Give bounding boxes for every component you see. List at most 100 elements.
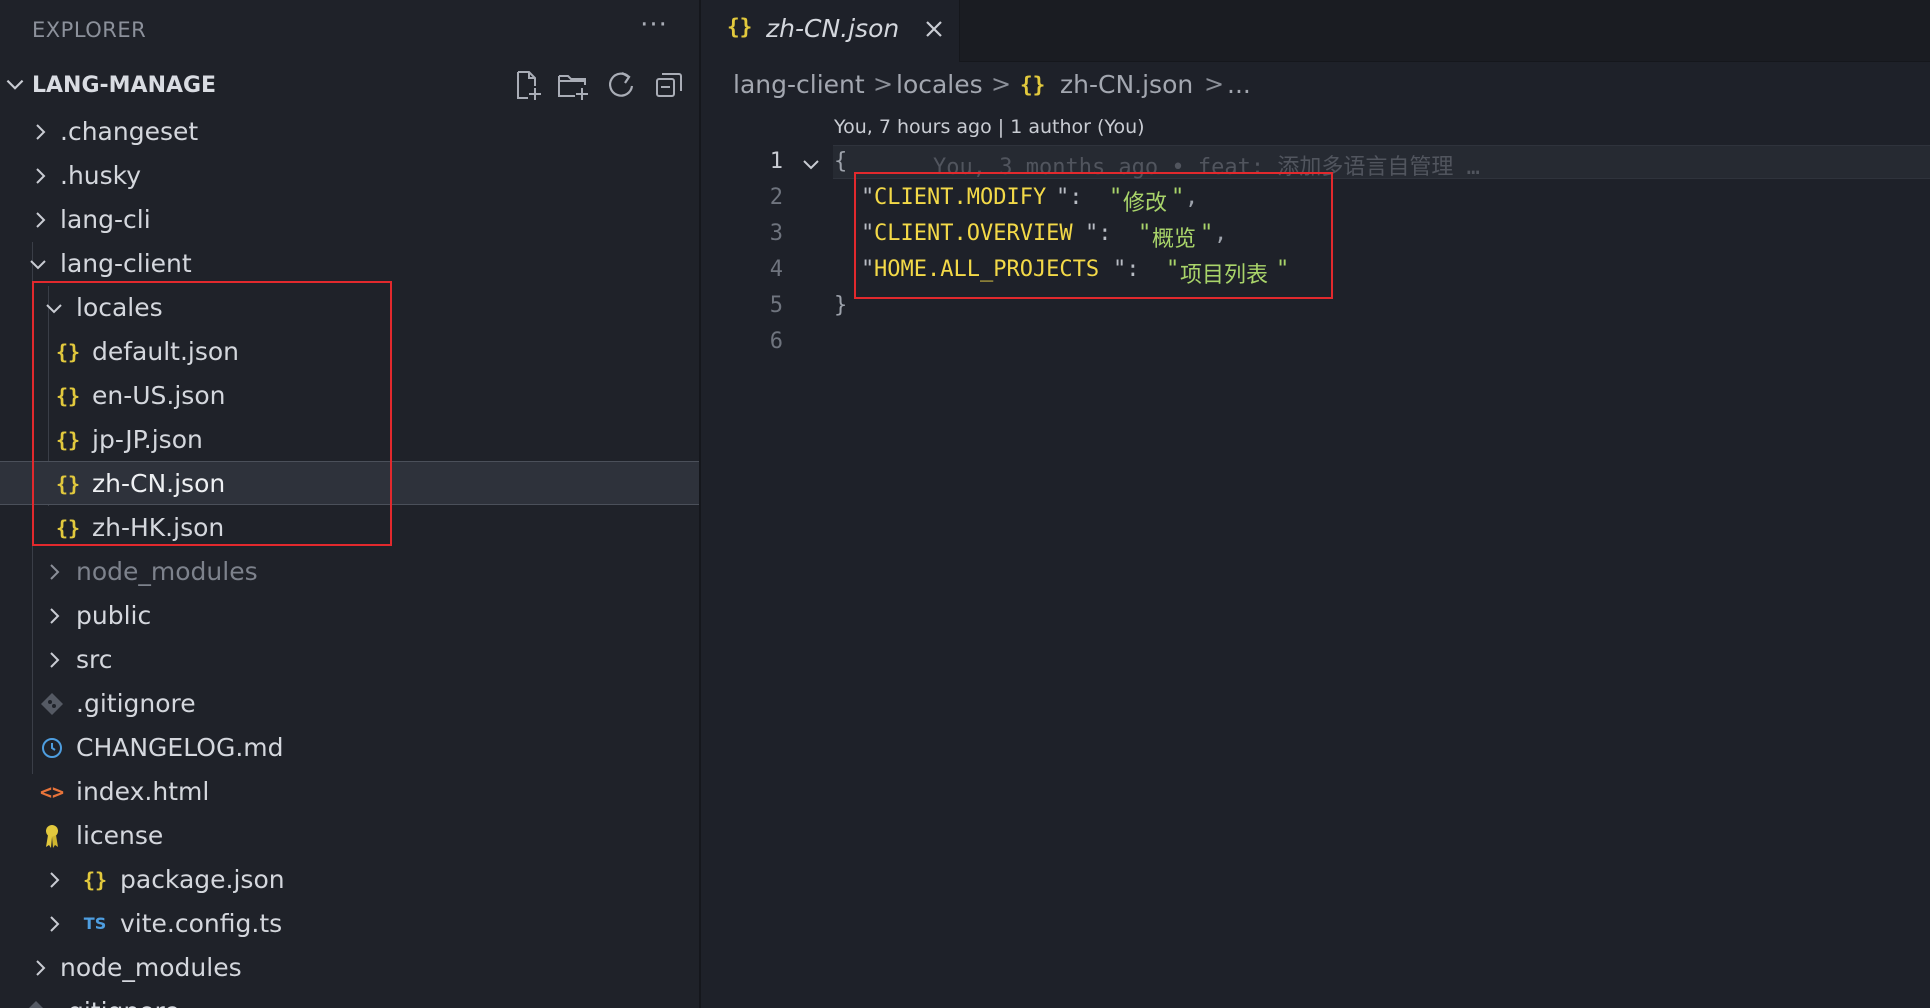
json-key: CLIENT.MODIFY [874, 185, 1047, 210]
git-blame-codelens[interactable]: You, 7 hours ago | 1 author (You) [834, 116, 1145, 138]
code-token-colon: ": [1113, 257, 1153, 282]
tree-item-node-modules-root[interactable]: node_modules [0, 946, 699, 990]
tree-item-label: .gitignore [76, 689, 196, 718]
tree-item-default-json[interactable]: {} default.json [0, 330, 699, 374]
tree-item-lang-cli[interactable]: lang-cli [0, 198, 699, 242]
tree-item-label: vite.config.ts [120, 909, 283, 938]
chevron-down-icon [30, 260, 46, 270]
editor-area: {} zh-CN.json lang-client > locales > {}… [703, 0, 1930, 1008]
tree-item-package-json[interactable]: {} package.json [0, 858, 699, 902]
chevron-right-icon [36, 960, 46, 976]
code-token-quote: " [1138, 221, 1152, 246]
chevron-right-icon [50, 564, 60, 580]
tree-item-husky[interactable]: .husky [0, 154, 699, 198]
tree-item-label: license [76, 821, 164, 850]
chevron-down-icon [46, 304, 62, 314]
breadcrumb-item-locales[interactable]: locales [896, 70, 983, 99]
tree-item-label: package.json [120, 865, 285, 894]
json-key: CLIENT.OVERVIEW [874, 221, 1073, 246]
tree-item-label: .husky [60, 161, 142, 190]
tree-item-label: locales [76, 293, 163, 322]
inline-blame: You, 3 months ago • feat: 添加多语言自管理 … [933, 155, 1480, 180]
tree-item-changelog[interactable]: CHANGELOG.md [0, 726, 699, 770]
project-root[interactable]: LANG-MANAGE [0, 66, 699, 106]
tree-item-lang-client[interactable]: lang-client [0, 242, 699, 286]
code-token-comma: , [1214, 221, 1228, 246]
new-file-icon[interactable] [510, 68, 544, 102]
json-file-icon: {} [82, 868, 108, 892]
tree-item-label: CHANGELOG.md [76, 733, 284, 762]
more-actions-icon[interactable]: ··· [636, 10, 672, 46]
json-file-icon: {} [55, 516, 81, 540]
json-key: HOME.ALL_PROJECTS [874, 257, 1100, 282]
tree-item-gitignore[interactable]: .gitignore [0, 682, 699, 726]
chevron-right-icon [50, 916, 60, 932]
tree-item-jp-jp-json[interactable]: {} jp-JP.json [0, 418, 699, 462]
code-line: 3 " CLIENT.OVERVIEW ": " 概览 " , [703, 217, 1930, 253]
tree-item-src[interactable]: src [0, 638, 699, 682]
fold-chevron-icon[interactable] [800, 153, 822, 175]
typescript-file-icon: TS [83, 914, 107, 933]
json-value: 概览 [1152, 227, 1197, 252]
tab-label: zh-CN.json [766, 14, 900, 43]
refresh-icon[interactable] [604, 68, 638, 102]
new-folder-icon[interactable] [556, 68, 590, 102]
tree-item-vite-config[interactable]: TS vite.config.ts [0, 902, 699, 946]
code-token-brace: } [834, 293, 848, 318]
breadcrumb-item-more[interactable]: ... [1227, 70, 1251, 99]
code-line: 4 " HOME.ALL_PROJECTS ": " 项目列表 " [703, 253, 1930, 289]
tree-item-zh-hk-json[interactable]: {} zh-HK.json [0, 506, 699, 550]
tree-item-gitignore-root[interactable]: .gitignore [0, 990, 699, 1008]
explorer-title: EXPLORER [32, 18, 147, 42]
chevron-right-icon [50, 608, 60, 624]
tree-item-label: index.html [76, 777, 210, 806]
chevron-right-icon [50, 872, 60, 888]
explorer-header: EXPLORER ··· [0, 0, 699, 58]
tree-item-label: node_modules [60, 953, 242, 982]
tree-item-label: default.json [92, 337, 240, 366]
tree-item-index-html[interactable]: <> index.html [0, 770, 699, 814]
code-token-quote: " [1200, 221, 1214, 246]
breadcrumb-item-lang-client[interactable]: lang-client [733, 70, 865, 99]
tree-item-label: lang-client [60, 249, 192, 278]
explorer-toolbar [510, 66, 699, 106]
license-icon [46, 825, 58, 848]
json-file-icon: {} [727, 15, 753, 39]
json-file-icon: {} [55, 428, 81, 452]
tree-item-public[interactable]: public [0, 594, 699, 638]
code-token-colon: ": [1056, 185, 1096, 210]
tree-item-label: zh-HK.json [92, 513, 225, 542]
chevron-down-icon[interactable] [2, 72, 28, 98]
code-token-quote: " [1276, 257, 1290, 282]
tree-item-license[interactable]: license [0, 814, 699, 858]
breadcrumb-separator: > [873, 70, 894, 98]
html-file-icon: <> [39, 780, 65, 804]
git-icon [29, 1001, 43, 1008]
line-number: 1 [769, 149, 783, 174]
collapse-all-icon[interactable] [652, 68, 686, 102]
tree-item-label: src [76, 645, 113, 674]
code-line: 1 { You, 3 months ago • feat: 添加多语言自管理 … [703, 145, 1930, 181]
clock-icon [42, 738, 62, 758]
chevron-right-icon [36, 212, 46, 228]
project-name: LANG-MANAGE [32, 73, 217, 98]
code-token-comma: , [1185, 185, 1199, 210]
tree-item-en-us-json[interactable]: {} en-US.json [0, 374, 699, 418]
json-value: 项目列表 [1180, 263, 1269, 288]
line-number: 2 [769, 185, 783, 210]
tree-item-changeset[interactable]: .changeset [0, 110, 699, 154]
tree-item-zh-cn-json[interactable]: {} zh-CN.json [0, 461, 699, 505]
code-token-quote: " [861, 257, 875, 282]
tab-zh-cn-json[interactable]: {} zh-CN.json [703, 0, 960, 62]
line-number: 4 [769, 257, 783, 282]
code-token-quote: " [1171, 185, 1185, 210]
tree-item-locales[interactable]: locales [0, 286, 699, 330]
close-icon[interactable] [921, 16, 947, 42]
json-file-icon: {} [55, 384, 81, 408]
breadcrumb-item-zh-cn-json[interactable]: zh-CN.json [1060, 70, 1193, 99]
git-icon [41, 693, 63, 715]
breadcrumb-separator: > [991, 70, 1012, 98]
json-file-icon: {} [1020, 73, 1046, 97]
breadcrumb-separator: > [1204, 70, 1225, 98]
tree-item-node-modules[interactable]: node_modules [0, 550, 699, 594]
